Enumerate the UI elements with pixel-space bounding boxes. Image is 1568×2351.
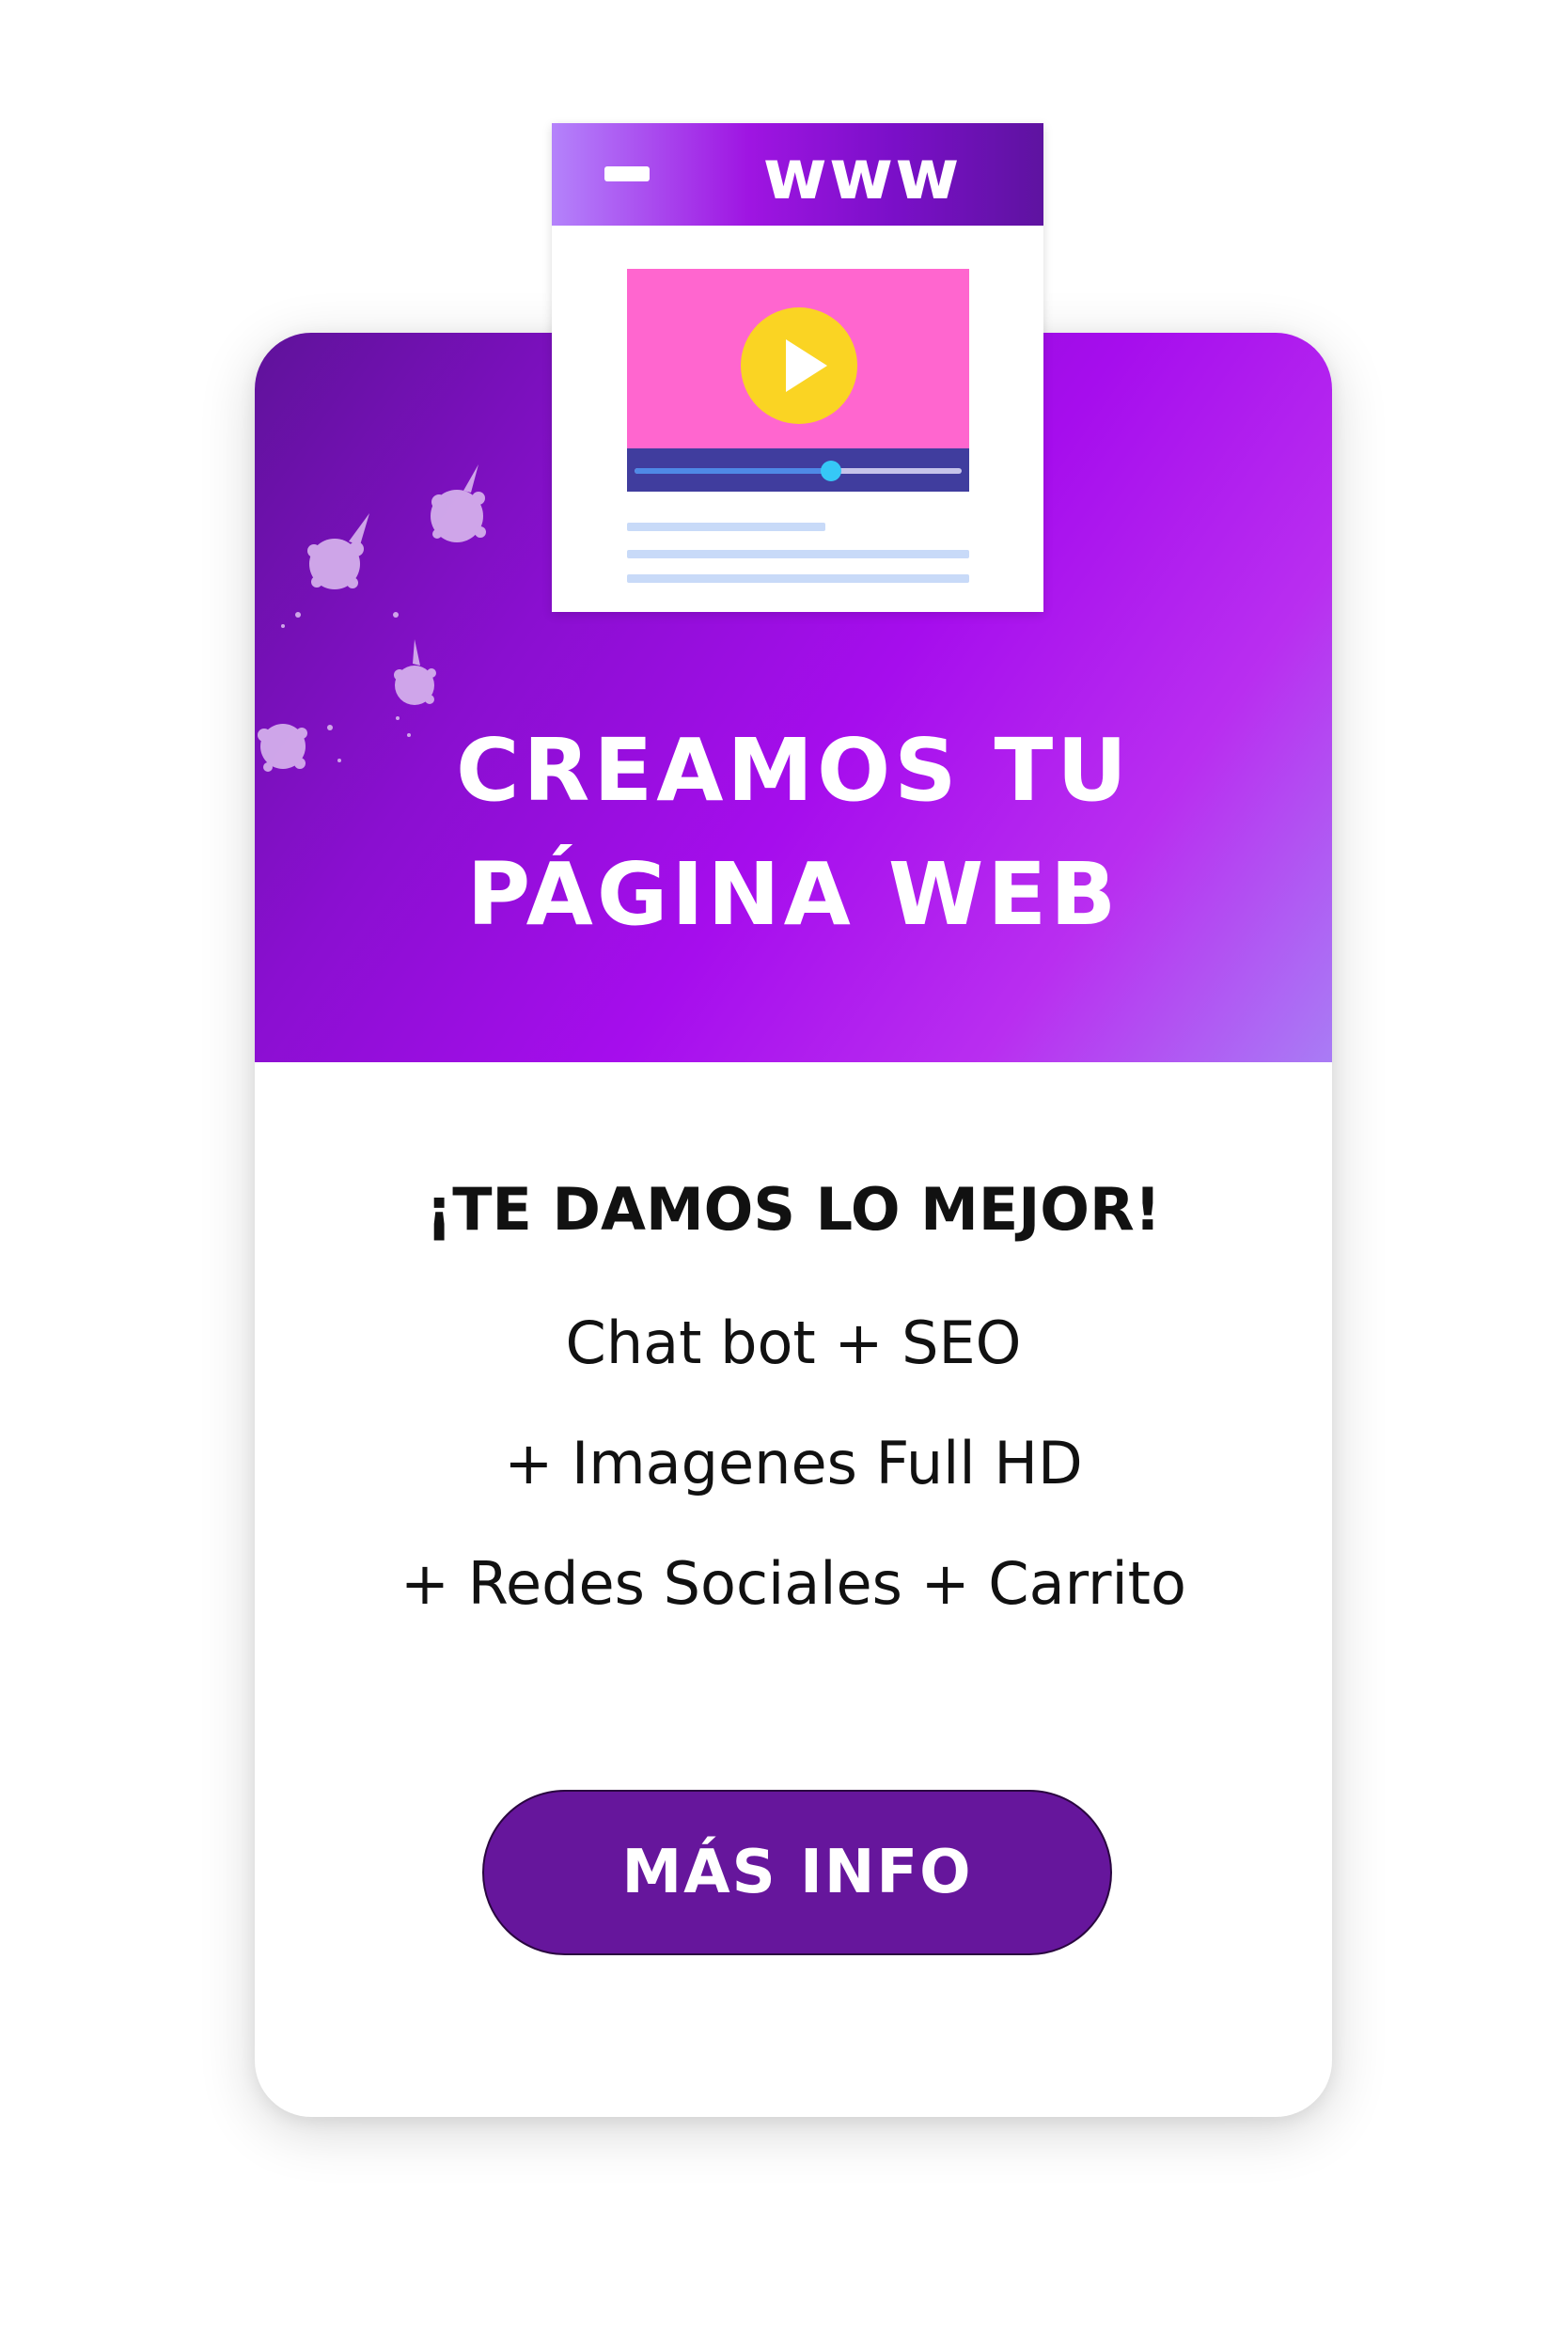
- headline-line-2: PÁGINA WEB: [466, 844, 1121, 945]
- headline-line-1: CREAMOS TU: [456, 720, 1131, 821]
- video-player: [627, 269, 969, 492]
- text-placeholder-line: [627, 550, 969, 558]
- text-placeholder-line: [627, 523, 825, 531]
- more-info-button[interactable]: MÁS INFO: [482, 1790, 1112, 1955]
- feature-line: + Imagenes Full HD: [504, 1429, 1083, 1497]
- video-controls: [627, 448, 969, 492]
- text-placeholder-line: [627, 574, 969, 583]
- browser-url-text: www: [762, 134, 962, 215]
- seek-thumb[interactable]: [820, 461, 841, 481]
- feature-line: + Redes Sociales + Carrito: [400, 1549, 1186, 1618]
- headline: CREAMOS TU PÁGINA WEB: [386, 709, 1200, 957]
- play-icon: [786, 339, 827, 392]
- feature-line: Chat bot + SEO: [565, 1309, 1022, 1377]
- tagline: ¡TE DAMOS LO MEJOR!: [425, 1175, 1162, 1244]
- card-body: ¡TE DAMOS LO MEJOR! Chat bot + SEO + Ima…: [255, 1062, 1332, 2117]
- seek-bar[interactable]: [635, 461, 962, 481]
- browser-window-illustration: www: [552, 123, 1043, 612]
- window-minimize-icon: [604, 166, 650, 181]
- browser-title-bar: www: [552, 123, 1043, 226]
- seek-progress: [635, 468, 831, 474]
- play-button[interactable]: [741, 307, 857, 424]
